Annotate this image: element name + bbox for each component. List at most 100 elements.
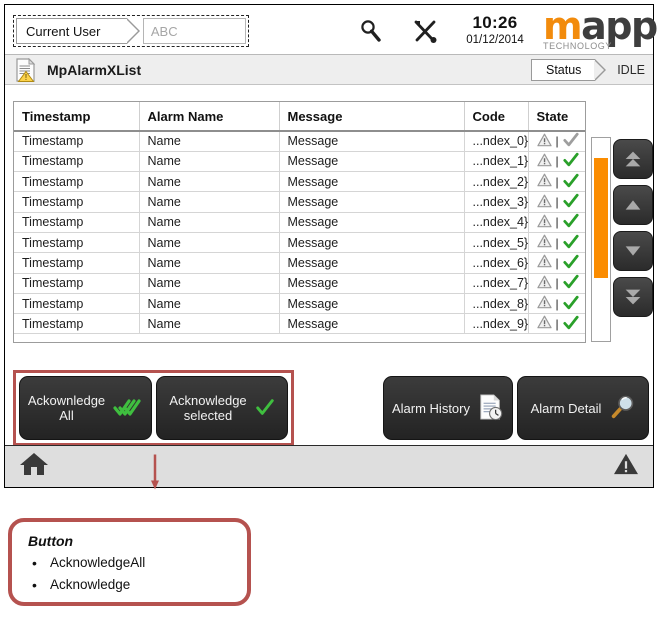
cell-timestamp: Timestamp — [14, 151, 140, 173]
cell-name: Name — [139, 252, 280, 274]
alarm-table-container[interactable]: Timestamp Alarm Name Message Code State Time… — [13, 101, 586, 343]
warning-triangle-icon — [536, 295, 552, 312]
cell-state: | — [528, 232, 585, 254]
magnifier-icon[interactable] — [357, 17, 385, 45]
warning-triangle-icon — [536, 214, 552, 231]
check-icon — [563, 132, 579, 150]
cell-code: ...ndex_1} — [464, 151, 529, 173]
cell-code: ...ndex_6} — [464, 252, 529, 274]
cell-name: Name — [139, 273, 280, 294]
cell-name: Name — [139, 191, 280, 213]
magnifier-icon — [609, 394, 635, 423]
current-user-widget: Current User ABC — [13, 15, 249, 47]
table-row[interactable]: Timestamp Name Message ...ndex_8} | — [14, 293, 585, 315]
table-row[interactable]: Timestamp Name Message ...ndex_0} | — [14, 131, 585, 152]
warning-triangle-icon[interactable] — [613, 452, 639, 481]
table-header-row: Timestamp Alarm Name Message Code State — [14, 102, 585, 132]
cell-state: | — [528, 313, 585, 335]
cell-state: | — [528, 293, 585, 315]
warning-triangle-icon — [536, 153, 552, 170]
current-user-value[interactable]: ABC — [142, 18, 246, 44]
check-icon — [563, 193, 579, 211]
acknowledge-selected-button[interactable]: Acknowledge selected — [156, 376, 288, 440]
warning-triangle-icon — [536, 194, 552, 211]
svg-text:!: ! — [25, 73, 27, 82]
alarm-history-label: Alarm History — [391, 400, 470, 416]
table-row[interactable]: Timestamp Name Message ...ndex_9} | — [14, 313, 585, 335]
status-label: Status — [531, 59, 607, 81]
ack-all-line1: Ackownledge — [27, 393, 106, 408]
status-value: IDLE — [617, 63, 645, 77]
table-row[interactable]: Timestamp Name Message ...ndex_5} | — [14, 232, 585, 254]
state-separator: | — [555, 235, 559, 250]
cell-name: Name — [139, 313, 280, 335]
column-header-message[interactable]: Message — [279, 102, 465, 132]
state-separator: | — [555, 276, 559, 291]
cell-name: Name — [139, 151, 280, 173]
alarm-history-button[interactable]: Alarm History — [383, 376, 513, 440]
cell-state: | — [528, 252, 585, 274]
cell-timestamp: Timestamp — [14, 171, 140, 193]
table-row[interactable]: Timestamp Name Message ...ndex_7} | — [14, 273, 585, 294]
scroll-up-button[interactable] — [613, 185, 653, 225]
cell-name: Name — [139, 232, 280, 254]
warning-triangle-icon — [536, 234, 552, 251]
ack-all-line2: All — [59, 408, 74, 423]
callout-list-item: AcknowledgeAll — [28, 552, 247, 574]
cell-code: ...ndex_9} — [464, 313, 529, 335]
acknowledge-all-label: Ackownledge All — [28, 393, 105, 423]
check-icon — [563, 213, 579, 231]
table-scrollbar-track[interactable] — [591, 137, 611, 342]
column-header-alarm-name[interactable]: Alarm Name — [139, 102, 280, 132]
column-header-timestamp[interactable]: Timestamp — [14, 102, 140, 132]
table-scrollbar-thumb[interactable] — [594, 158, 608, 278]
cell-name: Name — [139, 293, 280, 315]
scroll-page-up-button[interactable] — [613, 139, 653, 179]
state-separator: | — [555, 174, 559, 189]
current-user-value-text: ABC — [150, 23, 178, 39]
cell-message: Message — [279, 131, 465, 152]
table-row[interactable]: Timestamp Name Message ...ndex_1} | — [14, 151, 585, 173]
column-header-state[interactable]: State — [528, 102, 585, 132]
check-icon — [563, 173, 579, 191]
table-row[interactable]: Timestamp Name Message ...ndex_4} | — [14, 212, 585, 233]
cell-timestamp: Timestamp — [14, 212, 140, 233]
cell-state: | — [528, 273, 585, 294]
state-separator: | — [555, 134, 559, 149]
mapp-logo: mapp TECHNOLOGY — [543, 7, 658, 53]
tools-icon[interactable] — [411, 17, 439, 45]
warning-triangle-icon — [536, 133, 552, 150]
alarm-detail-label: Alarm Detail — [530, 400, 602, 416]
alarm-detail-button[interactable]: Alarm Detail — [517, 376, 649, 440]
cell-code: ...ndex_5} — [464, 232, 529, 254]
top-bar: Current User ABC 10:26 01/12/2014 mapp T… — [5, 5, 658, 55]
table-row[interactable]: Timestamp Name Message ...ndex_3} | — [14, 191, 585, 213]
check-icon — [563, 234, 579, 252]
cell-timestamp: Timestamp — [14, 232, 140, 254]
home-icon[interactable] — [19, 450, 49, 483]
column-header-code[interactable]: Code — [464, 102, 529, 132]
state-separator: | — [555, 316, 559, 331]
acknowledge-all-button[interactable]: Ackownledge All — [19, 376, 152, 440]
state-separator: | — [555, 154, 559, 169]
ack-sel-line1: Acknowledge — [169, 393, 247, 408]
alarm-table: Timestamp Alarm Name Message Code State Time… — [14, 102, 585, 335]
bottom-bar — [5, 445, 653, 487]
cell-code: ...ndex_4} — [464, 212, 529, 233]
check-icon — [563, 254, 579, 272]
clock-date: 01/12/2014 — [466, 34, 524, 46]
table-row[interactable]: Timestamp Name Message ...ndex_6} | — [14, 252, 585, 274]
scroll-down-button[interactable] — [613, 231, 653, 271]
cell-timestamp: Timestamp — [14, 191, 140, 213]
cell-message: Message — [279, 151, 465, 173]
scroll-page-down-button[interactable] — [613, 277, 653, 317]
cell-state: | — [528, 191, 585, 213]
current-user-label-text: Current User — [26, 23, 101, 39]
cell-code: ...ndex_3} — [464, 191, 529, 213]
cell-message: Message — [279, 273, 465, 294]
cell-code: ...ndex_0} — [464, 131, 529, 152]
cell-state: | — [528, 171, 585, 193]
warning-triangle-icon — [536, 315, 552, 332]
cell-timestamp: Timestamp — [14, 252, 140, 274]
table-row[interactable]: Timestamp Name Message ...ndex_2} | — [14, 171, 585, 193]
